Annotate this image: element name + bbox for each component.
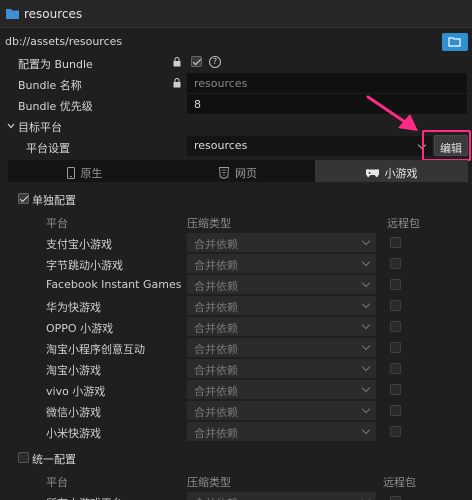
compress-type-value: 合并依赖 — [194, 406, 238, 419]
bundle-config-label: 配置为 Bundle — [18, 58, 93, 71]
unified-config-label: 统一配置 — [32, 453, 76, 466]
chevron-down-icon[interactable] — [7, 122, 15, 130]
html5-icon — [218, 167, 230, 180]
edit-button[interactable]: 编辑 — [434, 135, 468, 156]
remote-bundle-checkbox[interactable] — [390, 496, 401, 500]
platform-name: 微信小游戏 — [46, 406, 101, 419]
platform-name: 支付宝小游戏 — [46, 238, 112, 251]
platform-tabs: 原生 网页 小游戏 — [8, 160, 468, 182]
remote-bundle-checkbox[interactable] — [390, 279, 401, 290]
platform-settings-select[interactable]: resources — [187, 136, 432, 156]
lock-icon — [173, 57, 181, 67]
help-icon[interactable]: ? — [209, 56, 221, 68]
compress-type-select[interactable]: 合并依赖 — [187, 422, 376, 441]
remote-bundle-checkbox[interactable] — [390, 384, 401, 395]
column-header-compress: 压缩类型 — [187, 217, 231, 230]
compress-type-select[interactable]: 合并依赖 — [187, 359, 376, 378]
chevron-down-icon — [361, 362, 371, 372]
compress-type-value: 合并依赖 — [194, 322, 238, 335]
compress-type-select[interactable]: 合并依赖 — [187, 233, 376, 252]
remote-bundle-checkbox[interactable] — [390, 300, 401, 311]
bundle-priority-label: Bundle 优先级 — [18, 100, 93, 113]
remote-bundle-checkbox[interactable] — [390, 363, 401, 374]
compress-type-select[interactable]: 合并依赖 — [187, 492, 376, 500]
platform-name: 所有小游戏平台 — [46, 495, 123, 500]
platform-settings-label: 平台设置 — [26, 142, 70, 155]
compress-type-value: 合并依赖 — [194, 343, 238, 356]
remote-bundle-checkbox[interactable] — [390, 258, 401, 269]
remote-bundle-checkbox[interactable] — [390, 237, 401, 248]
bundle-name-label: Bundle 名称 — [18, 79, 82, 92]
compress-type-value: 合并依赖 — [194, 238, 238, 251]
asset-path-row: db://assets/resources — [0, 30, 472, 52]
compress-type-value: 合并依赖 — [194, 259, 238, 272]
remote-bundle-checkbox[interactable] — [390, 426, 401, 437]
compress-type-select[interactable]: 合并依赖 — [187, 254, 376, 273]
folder-open-icon — [448, 37, 461, 47]
chevron-down-icon — [361, 495, 371, 500]
platform-settings-value: resources — [194, 139, 248, 152]
compress-type-value: 合并依赖 — [194, 385, 238, 398]
column-header-remote: 远程包 — [387, 217, 420, 230]
column-header-platform: 平台 — [46, 217, 68, 230]
platform-name: 字节跳动小游戏 — [46, 259, 123, 272]
compress-type-select[interactable]: 合并依赖 — [187, 275, 376, 294]
bundle-checkbox[interactable] — [191, 56, 202, 67]
chevron-down-icon — [361, 257, 371, 267]
compress-type-select[interactable]: 合并依赖 — [187, 296, 376, 315]
column-header-compress: 压缩类型 — [187, 476, 231, 489]
remote-bundle-checkbox[interactable] — [390, 321, 401, 332]
chevron-down-icon — [361, 404, 371, 414]
tab-native-label: 原生 — [80, 167, 103, 180]
column-header-remote: 远程包 — [383, 476, 416, 489]
tab-native[interactable]: 原生 — [8, 160, 161, 182]
tab-minigame[interactable]: 小游戏 — [315, 160, 468, 182]
compress-type-value: 合并依赖 — [194, 364, 238, 377]
compress-type-value: 合并依赖 — [194, 301, 238, 314]
target-platform-label: 目标平台 — [18, 121, 62, 134]
unified-config-checkbox[interactable] — [18, 452, 29, 463]
chevron-down-icon — [361, 299, 371, 309]
bundle-name-input[interactable]: resources — [187, 73, 467, 93]
remote-bundle-checkbox[interactable] — [390, 342, 401, 353]
platform-name: 小米快游戏 — [46, 427, 101, 440]
phone-icon — [66, 167, 75, 179]
compress-type-select[interactable]: 合并依赖 — [187, 317, 376, 336]
chevron-down-icon — [361, 236, 371, 246]
title-bar: resources — [0, 0, 472, 28]
chevron-down-icon — [361, 341, 371, 351]
tab-web[interactable]: 网页 — [161, 160, 315, 182]
separate-config-label: 单独配置 — [32, 194, 76, 207]
gamepad-icon — [364, 169, 380, 178]
chevron-down-icon — [361, 383, 371, 393]
folder-icon — [6, 9, 19, 19]
separate-config-checkbox[interactable] — [18, 193, 29, 204]
platform-name: Facebook Instant Games — [46, 278, 182, 291]
column-header-platform: 平台 — [46, 476, 68, 489]
chevron-down-icon — [361, 320, 371, 330]
platform-name: 淘宝小游戏 — [46, 364, 101, 377]
remote-bundle-checkbox[interactable] — [390, 405, 401, 416]
asset-path: db://assets/resources — [5, 35, 123, 48]
platform-name: 淘宝小程序创意互动 — [46, 343, 145, 356]
platform-name: OPPO 小游戏 — [46, 322, 114, 335]
platform-name: 华为快游戏 — [46, 301, 101, 314]
platform-name: vivo 小游戏 — [46, 385, 106, 398]
chevron-down-icon — [361, 425, 371, 435]
bundle-priority-input[interactable]: 8 — [187, 94, 467, 114]
compress-type-value: 合并依赖 — [194, 280, 238, 293]
open-folder-button[interactable] — [442, 33, 468, 51]
compress-type-value: 合并依赖 — [194, 427, 238, 440]
tab-minigame-label: 小游戏 — [384, 167, 418, 180]
compress-type-select[interactable]: 合并依赖 — [187, 401, 376, 420]
compress-type-select[interactable]: 合并依赖 — [187, 338, 376, 357]
chevron-down-icon — [361, 278, 371, 288]
tab-web-label: 网页 — [235, 167, 257, 180]
window-title: resources — [24, 7, 83, 21]
lock-icon — [173, 78, 181, 88]
compress-type-select[interactable]: 合并依赖 — [187, 380, 376, 399]
